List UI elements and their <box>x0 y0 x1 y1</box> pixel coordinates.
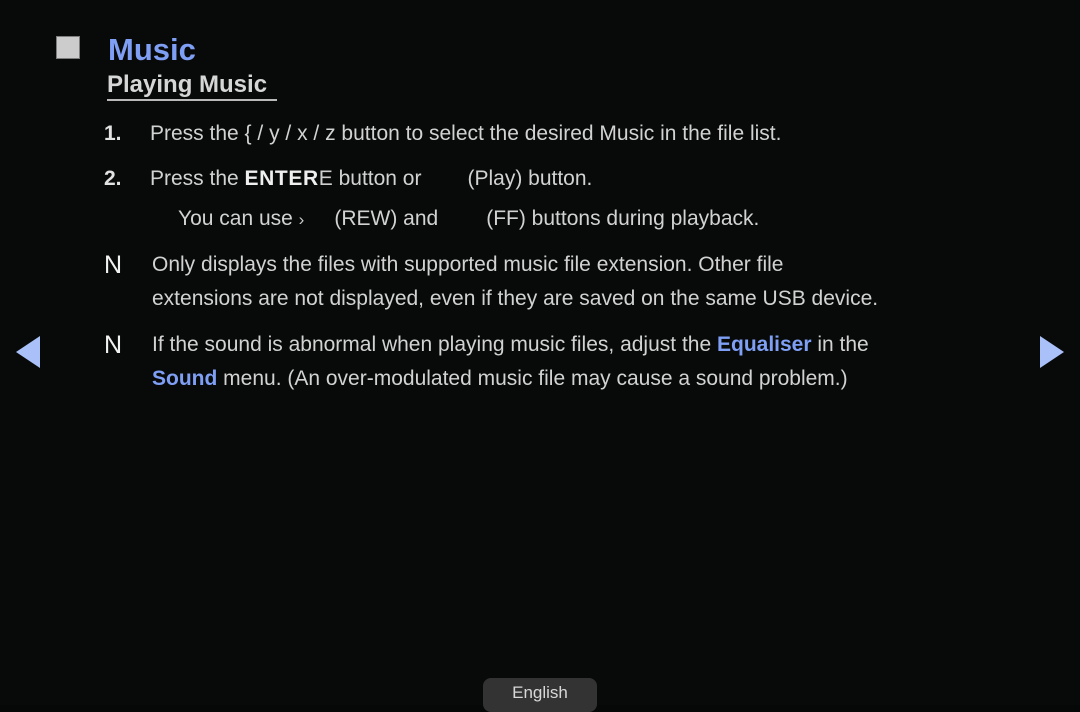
note-body: If the sound is abnormal when playing mu… <box>152 328 1044 396</box>
note-body: Only displays the files with supported m… <box>152 248 1044 316</box>
note-line: If the sound is abnormal when playing mu… <box>152 328 1044 362</box>
triangle-right-icon[interactable] <box>1040 336 1064 368</box>
enter-key-label: ENTER <box>244 167 319 190</box>
note-text: menu. (An over-modulated music file may … <box>217 367 848 390</box>
substep-text-ff: (FF) buttons during playback. <box>486 207 760 230</box>
section-heading-underline <box>107 99 277 101</box>
note-item-1: N Only displays the files with supported… <box>104 248 1044 316</box>
note-line: Only displays the files with supported m… <box>152 253 784 276</box>
note-line: Sound menu. (An over-modulated music fil… <box>152 362 1044 396</box>
step-item-2: 2. Press the ENTERE button or (Play) butto… <box>104 164 1044 194</box>
note-marker-icon: N <box>104 251 123 279</box>
manual-page: Music Playing Music 1. Press the { / y / … <box>0 0 1080 712</box>
note-text: in the <box>811 333 869 356</box>
step-number: 1. <box>104 122 122 145</box>
triangle-left-icon[interactable] <box>16 336 40 368</box>
menu-ref-equaliser: Equaliser <box>716 333 812 356</box>
substep-text-rew: (REW) and <box>334 207 439 230</box>
step-text-after-icon: (Play) button. <box>467 167 593 190</box>
direction-keys-glyphs: { / y / x / z <box>244 122 336 145</box>
substep-text: You can use › (REW) and (FF) buttons durin… <box>178 204 759 235</box>
enter-button-icon: E <box>318 167 333 190</box>
substep-text-before: You can use <box>178 207 299 230</box>
note-line: extensions are not displayed, even if th… <box>152 287 879 310</box>
chevron-right-icon: › <box>298 210 305 229</box>
note-item-2: N If the sound is abnormal when playing … <box>104 328 1044 396</box>
title-row: Music <box>0 14 1080 67</box>
note-text: If the sound is abnormal when playing mu… <box>152 333 717 356</box>
step-number: 2. <box>104 167 122 190</box>
step-item-1: 1. Press the { / y / x / z button to sele… <box>104 119 1044 149</box>
menu-ref-sound: Sound <box>152 367 218 390</box>
section-heading: Playing Music <box>107 71 268 98</box>
filled-square-icon <box>56 36 80 59</box>
step-text-before: Press the <box>150 122 245 145</box>
language-button[interactable]: English <box>483 678 597 712</box>
step-text-middle: button or <box>332 167 422 190</box>
page-title: Music <box>108 32 196 67</box>
step-text-before: Press the <box>150 167 245 190</box>
step-text-after: button to select the desired Music in th… <box>335 122 782 145</box>
note-marker-icon: N <box>104 331 123 359</box>
